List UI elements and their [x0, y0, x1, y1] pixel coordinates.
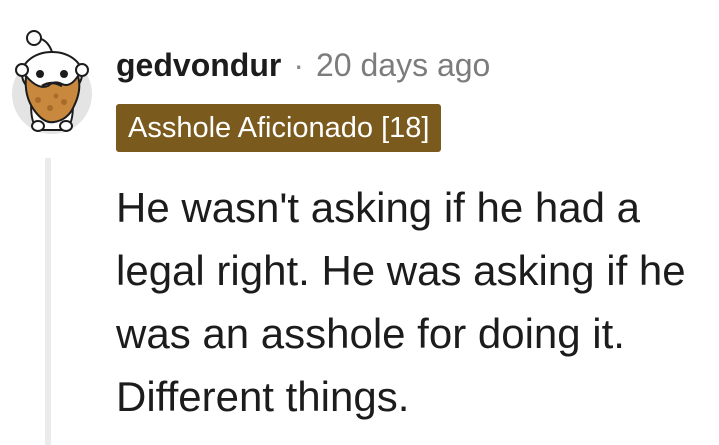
comment-body: He wasn't asking if he had a legal right… — [116, 184, 686, 420]
comment: gedvondur · 20 days ago Asshole Aficiona… — [0, 0, 719, 445]
timestamp-link[interactable]: 20 days ago — [316, 40, 490, 90]
comment-meta: gedvondur · 20 days ago — [116, 40, 490, 90]
thread-collapse-line[interactable] — [45, 158, 51, 445]
user-flair-badge: Asshole Aficionado [18] — [116, 104, 442, 152]
username-link[interactable]: gedvondur — [116, 40, 281, 90]
snoo-bearded-avatar-icon — [12, 30, 92, 134]
meta-separator: · — [293, 47, 304, 83]
avatar[interactable] — [8, 26, 96, 136]
